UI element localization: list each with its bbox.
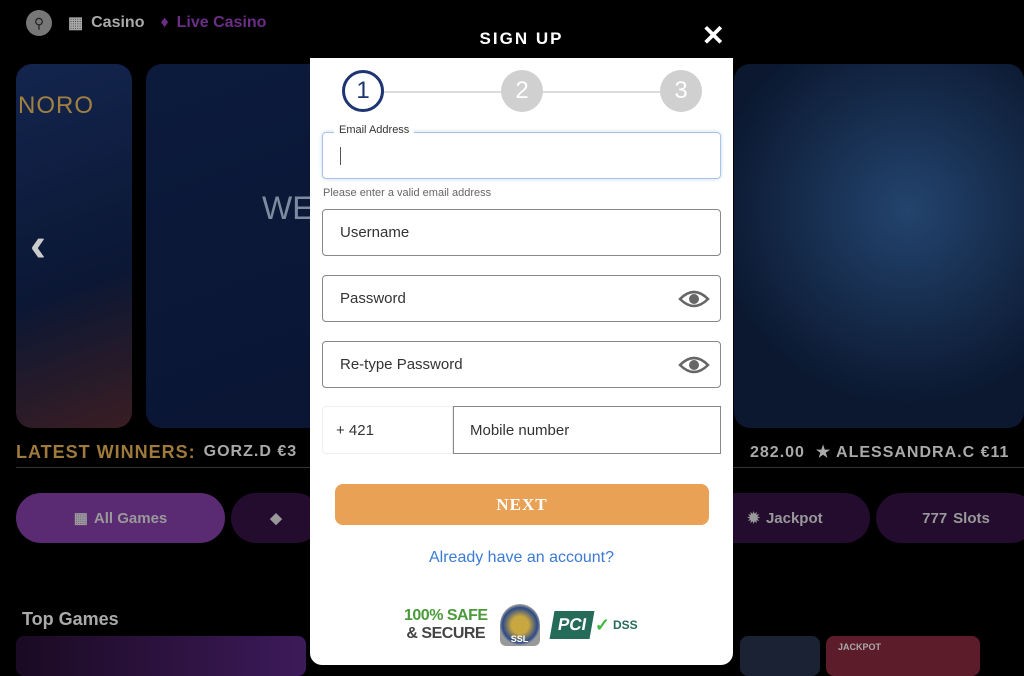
jackpot-icon: ✹ bbox=[747, 510, 760, 527]
eye-icon[interactable] bbox=[678, 354, 710, 376]
chevron-left-icon[interactable]: ‹ bbox=[30, 218, 46, 273]
login-link[interactable]: Already have an account? bbox=[310, 549, 733, 567]
nav-casino[interactable]: ▦ Casino bbox=[68, 13, 144, 33]
email-field[interactable]: Email Address bbox=[322, 124, 721, 179]
modal-title: SIGN UP bbox=[479, 29, 564, 48]
next-button[interactable]: NEXT bbox=[335, 484, 709, 525]
cards-icon: ♦ bbox=[160, 14, 169, 31]
banner-right[interactable] bbox=[734, 64, 1024, 428]
eye-icon[interactable] bbox=[678, 288, 710, 310]
signup-modal: 1 2 3 Email Address Please enter a valid… bbox=[310, 58, 733, 665]
email-hint: Please enter a valid email address bbox=[323, 187, 492, 199]
step-2: 2 bbox=[501, 70, 543, 112]
game-thumb-jackpot[interactable]: JACKPOT bbox=[826, 636, 980, 676]
category-diamond[interactable]: ◆ bbox=[231, 493, 321, 543]
diamond-icon: ◆ bbox=[270, 510, 282, 527]
text-caret bbox=[340, 146, 341, 165]
search-button[interactable]: ⚲ bbox=[26, 10, 52, 36]
step-1: 1 bbox=[342, 70, 384, 112]
safe-secure-badge: 100% SAFE & SECURE bbox=[404, 607, 488, 642]
game-thumb[interactable] bbox=[16, 636, 306, 676]
retype-password-field[interactable]: Re-type Password bbox=[322, 341, 721, 388]
phone-group: + 421 Mobile number bbox=[322, 406, 721, 454]
nav-live-casino[interactable]: ♦ Live Casino bbox=[160, 14, 266, 32]
star-icon: ★ bbox=[815, 444, 832, 461]
mobile-number-field[interactable]: Mobile number bbox=[453, 406, 721, 454]
search-icon: ⚲ bbox=[33, 14, 45, 31]
password-field[interactable]: Password bbox=[322, 275, 721, 322]
top-games-heading: Top Games bbox=[22, 609, 119, 629]
ssl-badge: SSL bbox=[499, 604, 540, 646]
category-slots[interactable]: 777 Slots bbox=[876, 493, 1024, 543]
stepper: 1 2 3 bbox=[342, 70, 702, 112]
slot-machine-icon: ▦ bbox=[68, 15, 84, 32]
slots-777-icon: 777 bbox=[922, 509, 948, 527]
category-all-games[interactable]: ▦ All Games bbox=[16, 493, 225, 543]
check-icon: ✓ bbox=[594, 614, 610, 635]
username-field[interactable]: Username bbox=[322, 209, 721, 256]
game-thumb[interactable] bbox=[740, 636, 820, 676]
security-badges: 100% SAFE & SECURE SSL PCI ✓ DSS bbox=[404, 604, 638, 646]
grid-icon: ▦ bbox=[73, 510, 88, 527]
phone-prefix-select[interactable]: + 421 bbox=[322, 406, 453, 454]
modal-header: SIGN UP ✕ bbox=[310, 14, 733, 58]
close-icon[interactable]: ✕ bbox=[702, 22, 725, 50]
step-3: 3 bbox=[660, 70, 702, 112]
pci-dss-badge: PCI ✓ DSS bbox=[549, 611, 638, 639]
